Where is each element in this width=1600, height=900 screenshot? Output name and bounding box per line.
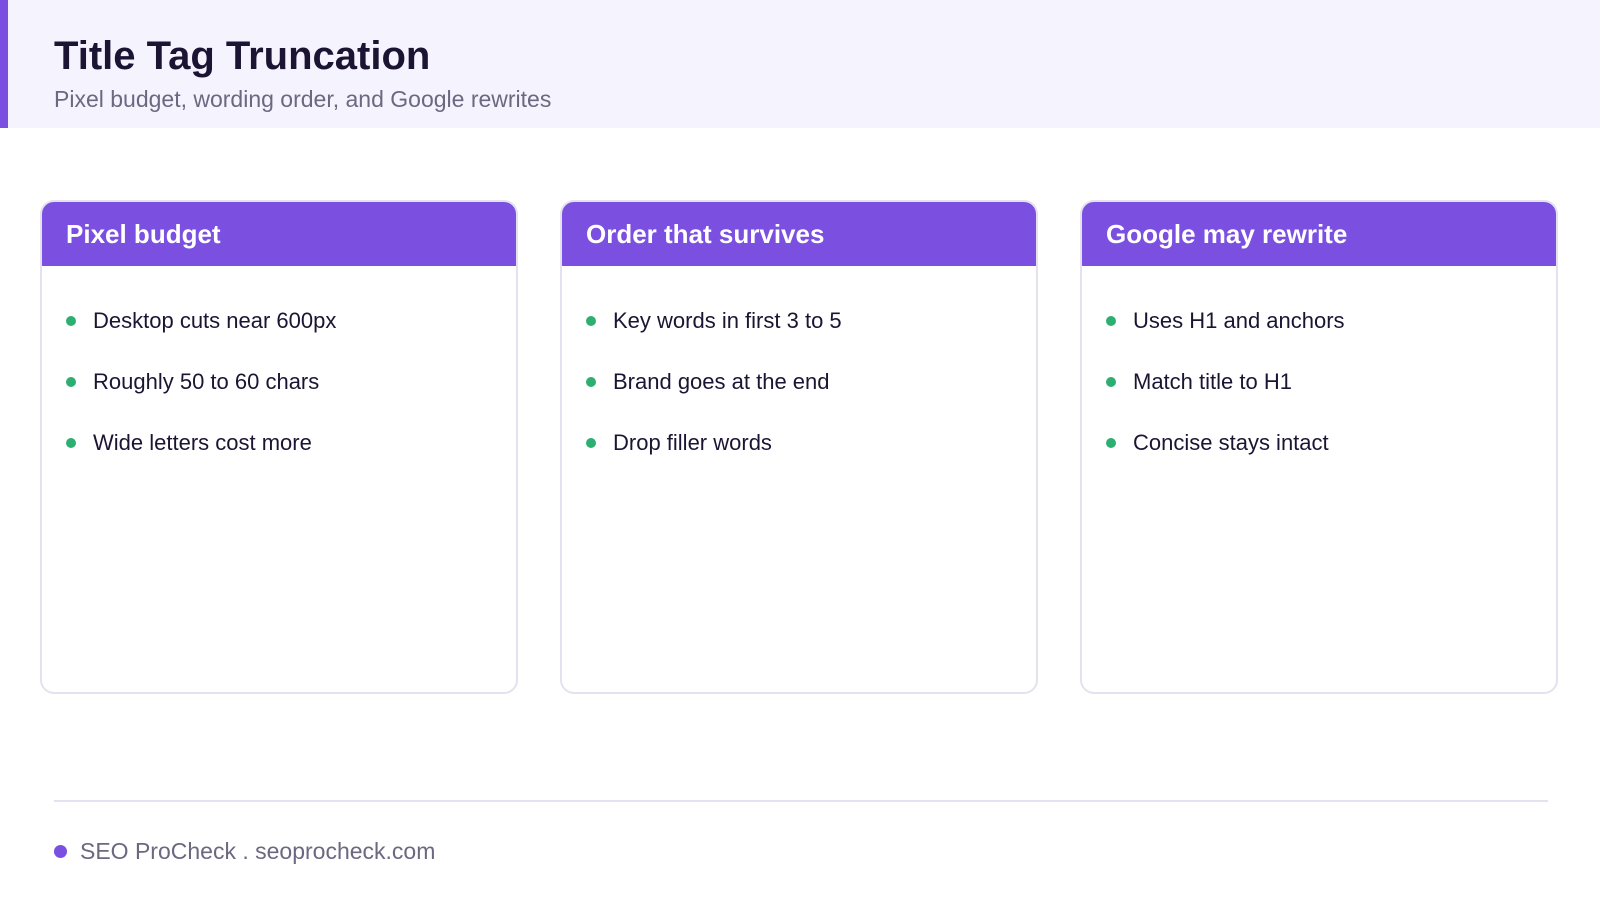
card-pixel-budget: Pixel budget Desktop cuts near 600px Rou… bbox=[40, 200, 518, 694]
card-row: Pixel budget Desktop cuts near 600px Rou… bbox=[40, 200, 1560, 698]
card-header: Pixel budget bbox=[42, 202, 516, 266]
card-title: Pixel budget bbox=[66, 218, 221, 249]
list-item-text: Match title to H1 bbox=[1133, 368, 1292, 394]
card-header: Google may rewrite bbox=[1082, 202, 1556, 266]
list-item-text: Key words in first 3 to 5 bbox=[613, 307, 842, 333]
bullet-dot-icon bbox=[1106, 437, 1116, 448]
list-item: Brand goes at the end bbox=[586, 351, 1036, 412]
list-item: Wide letters cost more bbox=[66, 412, 516, 473]
bullet-dot-icon bbox=[586, 376, 596, 387]
list-item: Roughly 50 to 60 chars bbox=[66, 351, 516, 412]
card-order-that-survives: Order that survives Key words in first 3… bbox=[560, 200, 1038, 694]
bullet-dot-icon bbox=[66, 437, 76, 448]
card-list: Desktop cuts near 600px Roughly 50 to 60… bbox=[42, 266, 516, 473]
page-title: Title Tag Truncation bbox=[54, 34, 431, 78]
card-google-may-rewrite: Google may rewrite Uses H1 and anchors M… bbox=[1080, 200, 1558, 694]
header-band: Title Tag Truncation Pixel budget, wordi… bbox=[0, 0, 1600, 128]
bullet-dot-icon bbox=[586, 315, 596, 326]
card-title: Google may rewrite bbox=[1106, 218, 1348, 249]
list-item-text: Uses H1 and anchors bbox=[1133, 307, 1345, 333]
bullet-dot-icon bbox=[1106, 376, 1116, 387]
footer: SEO ProCheck . seoprocheck.com bbox=[54, 836, 435, 866]
brand-dot-icon bbox=[54, 844, 67, 858]
list-item-text: Concise stays intact bbox=[1133, 429, 1329, 455]
list-item-text: Brand goes at the end bbox=[613, 368, 830, 394]
bullet-dot-icon bbox=[66, 376, 76, 387]
header-accent-bar bbox=[0, 0, 8, 128]
list-item: Uses H1 and anchors bbox=[1106, 290, 1556, 351]
list-item-text: Desktop cuts near 600px bbox=[93, 307, 337, 333]
list-item: Concise stays intact bbox=[1106, 412, 1556, 473]
list-item-text: Wide letters cost more bbox=[93, 429, 312, 455]
bullet-dot-icon bbox=[66, 315, 76, 326]
bullet-dot-icon bbox=[586, 437, 596, 448]
list-item: Match title to H1 bbox=[1106, 351, 1556, 412]
list-item-text: Roughly 50 to 60 chars bbox=[93, 368, 320, 394]
list-item: Key words in first 3 to 5 bbox=[586, 290, 1036, 351]
page-subtitle: Pixel budget, wording order, and Google … bbox=[54, 86, 552, 112]
card-list: Uses H1 and anchors Match title to H1 Co… bbox=[1082, 266, 1556, 473]
slide: Title Tag Truncation Pixel budget, wordi… bbox=[0, 0, 1600, 900]
list-item: Desktop cuts near 600px bbox=[66, 290, 516, 351]
list-item-text: Drop filler words bbox=[613, 429, 772, 455]
card-title: Order that survives bbox=[586, 218, 825, 249]
bullet-dot-icon bbox=[1106, 315, 1116, 326]
footer-brand-text: SEO ProCheck . seoprocheck.com bbox=[80, 837, 436, 864]
footer-divider bbox=[54, 800, 1548, 802]
card-list: Key words in first 3 to 5 Brand goes at … bbox=[562, 266, 1036, 473]
card-header: Order that survives bbox=[562, 202, 1036, 266]
list-item: Drop filler words bbox=[586, 412, 1036, 473]
